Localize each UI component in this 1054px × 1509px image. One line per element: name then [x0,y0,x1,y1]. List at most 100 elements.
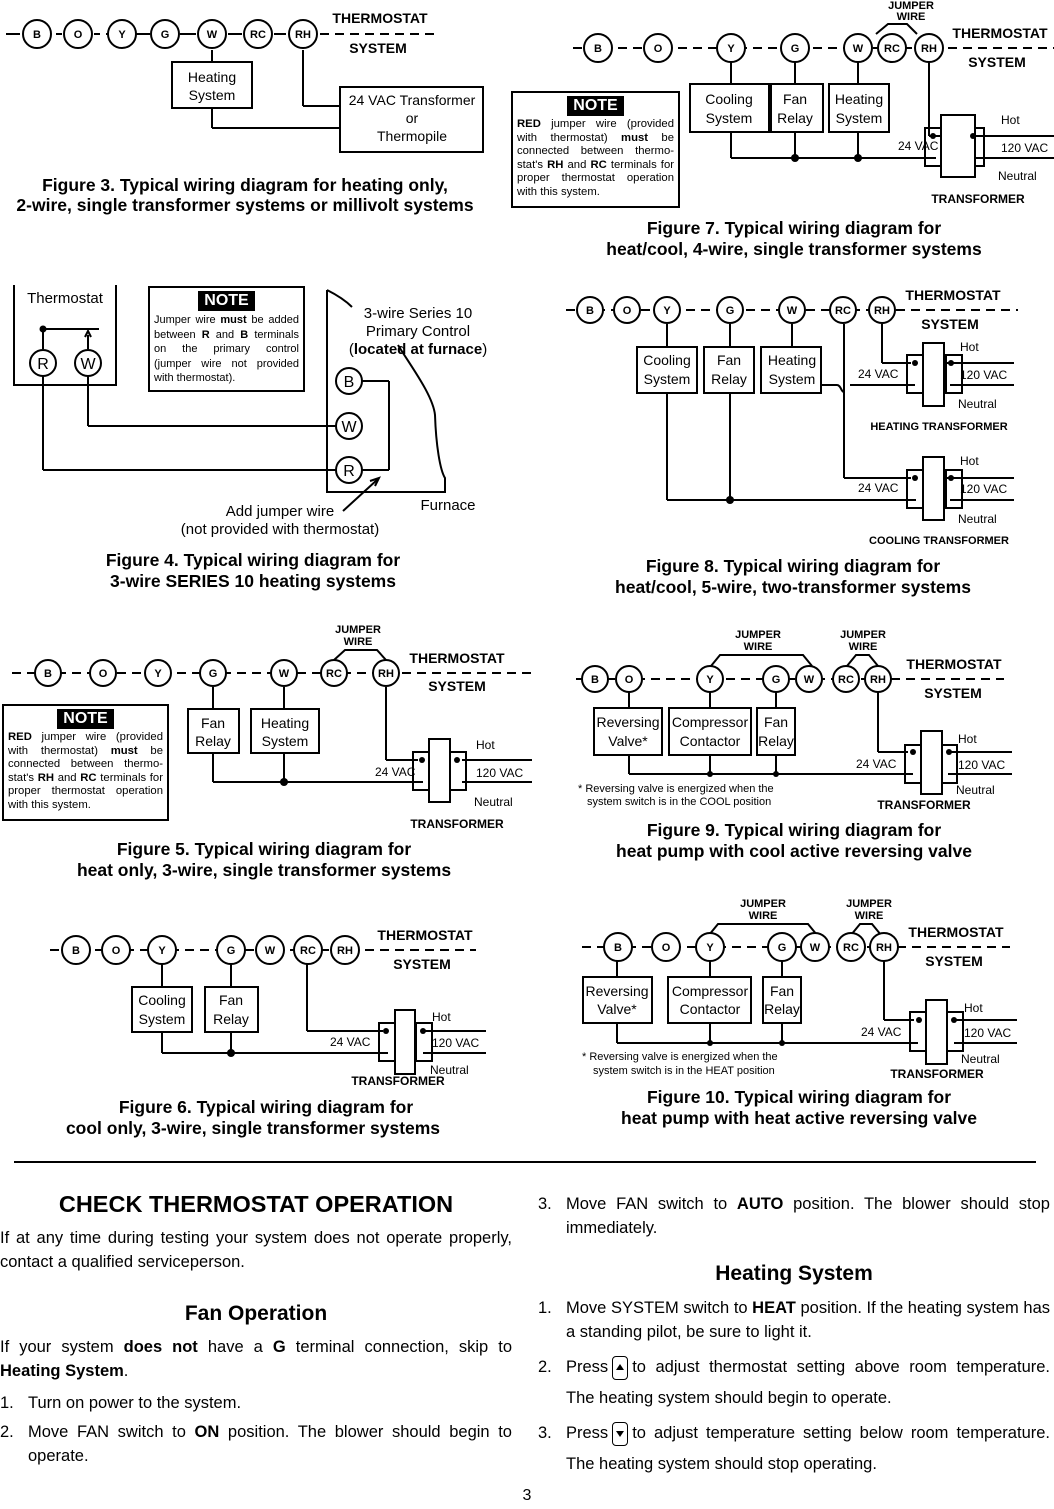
figure-9-diagram: B O Y G W RC RH JUMPER WIRE JUMPER WIRE … [576,629,1012,861]
120vac-label: 120 VAC [958,758,1005,772]
left-text-column: CHECK THERMOSTAT OPERATION If at any tim… [0,1192,512,1468]
fan-step: 3. Move FAN switch to AUTO position. The … [538,1192,1050,1240]
heating-system-link-text: Heating System [0,1362,124,1380]
terminal-w: W [810,942,821,954]
thermostat-label: THERMOSTAT [952,25,1048,41]
terminal-g: G [772,674,781,686]
terminal-y: Y [727,43,735,55]
jumper-wire-label: JUMPER [335,624,381,636]
hot-label: Hot [1001,113,1020,127]
figure-7-caption: Figure 7. Typical wiring diagram for [647,218,942,238]
figure-3-diagram: B O Y G W RC RH THERMOSTAT SYSTEM Heatin… [6,10,484,215]
thermostat-label: THERMOSTAT [377,927,473,943]
heating-step: 3. Press to adjust temperature setting bel… [538,1418,1050,1480]
neutral-label: Neutral [998,169,1037,183]
heating-step: 1. Move SYSTEM switch to HEAT position. I… [538,1296,1050,1344]
120vac-label: 120 VAC [432,1036,479,1050]
heating-system-box-line2: System [189,87,236,103]
neutral-label: Neutral [474,795,513,809]
transformer-box: 24 VAC Transformer [349,92,476,108]
step-number: 2. [538,1358,552,1376]
reversing-valve-footnote-line2: system switch is in the HEAT position [593,1065,775,1077]
heating-system-box-line2: System [836,110,883,126]
fan-relay-box-line2: Relay [213,1011,249,1027]
figure-10-caption: Figure 10. Typical wiring diagram for [647,1087,951,1107]
24vac-label: 24 VAC [861,1025,902,1039]
reversing-valve-box-line2: Valve* [608,733,648,749]
terminal-g: G [227,945,236,957]
note-text: must [110,744,138,757]
terminal-label: W [207,29,218,41]
fan-relay-box-line2: Relay [758,733,794,749]
terminal-o: O [654,43,663,55]
120vac-label: 120 VAC [1001,141,1048,155]
reversing-valve-footnote-line2: system switch is in the COOL position [587,796,771,808]
reversing-valve-box: Reversing [596,714,659,730]
fan-relay-box: Fan [201,715,225,731]
hot-label: Hot [964,1001,983,1015]
terminal-b: B [591,674,599,686]
figure-3-caption-line2: 2-wire, single transformer systems or mi… [16,195,473,215]
system-label: SYSTEM [925,953,983,969]
terminal-w: W [279,668,290,680]
terminal-label: O [74,29,83,41]
figure-5-caption: Figure 5. Typical wiring diagram for [117,839,412,859]
cooling-system-box: Cooling [643,352,690,368]
heating-transformer-label: HEATING TRANSFORMER [870,421,1007,433]
note-text: must [220,314,247,326]
note-tag: NOTE [198,291,255,311]
step-bold: HEAT [752,1299,796,1317]
neutral-label: Neutral [961,1052,1000,1066]
compressor-contactor-box-line2: Contactor [680,733,741,749]
terminal-rc: RC [835,305,851,317]
terminal-label: B [33,29,41,41]
terminal-w: W [804,674,815,686]
step-text: Move FAN switch to [566,1195,737,1213]
120vac-label: 120 VAC [960,482,1007,496]
terminal-rc: RC [843,942,859,954]
24vac-label: 24 VAC [856,757,897,771]
transformer-label: TRANSFORMER [410,817,504,831]
terminal-o: O [623,305,632,317]
thermostat-label: THERMOSTAT [905,287,1001,303]
terminal-rh: RH [337,945,353,957]
terminal-w: W [853,43,864,55]
terminal-o: O [625,674,634,686]
note-text: and [563,158,591,171]
terminal-b: B [614,942,622,954]
heating-system-box-line2: System [262,733,309,749]
reversing-valve-box-line2: Valve* [597,1001,637,1017]
terminal-y: Y [154,668,162,680]
fan-relay-box: Fan [783,91,807,107]
heating-system-heading: Heating System [715,1262,873,1285]
step-text: Move FAN switch to [28,1423,195,1441]
terminal-rc: RC [838,674,854,686]
fan-relay-box-line2: Relay [711,371,747,387]
terminal-w-control: W [341,419,357,436]
jumper-wire-label-yw: JUMPER [740,898,786,910]
terminal-g: G [209,668,218,680]
note-box-fig4: NOTE Jumper wire must be added between R… [148,286,305,392]
note-box-fig5: NOTE RED jumper wire (provided with ther… [2,704,169,821]
fan-intro-text: terminal connection, skip to [285,1338,512,1356]
fan-step: 1. Turn on power to the system. [0,1391,512,1415]
cooling-system-box-line2: System [644,371,691,387]
120vac-label: 120 VAC [960,368,1007,382]
jumper-wire-label-rcrh: JUMPER [840,629,886,641]
figure-8-caption-line2: heat/cool, 5-wire, two-transformer syste… [615,577,971,597]
step-text: Turn on power to the system. [28,1394,242,1412]
note-text: RH [37,771,55,784]
terminal-rh: RH [870,674,886,686]
terminal-rc: RC [326,668,342,680]
system-label: SYSTEM [428,678,486,694]
jumper-wire-label-yw-line2: WIRE [744,641,773,653]
fan-relay-box: Fan [219,992,243,1008]
terminal-r-thermostat: R [37,356,49,373]
fan-relay-box-line2: Relay [764,1001,800,1017]
page-number: 3 [522,1487,532,1504]
terminal-b-control: B [344,374,355,391]
cooling-system-box-line2: System [706,110,753,126]
fan-relay-box: Fan [764,714,788,730]
terminal-y: Y [706,942,714,954]
note-text: RH [547,158,564,171]
